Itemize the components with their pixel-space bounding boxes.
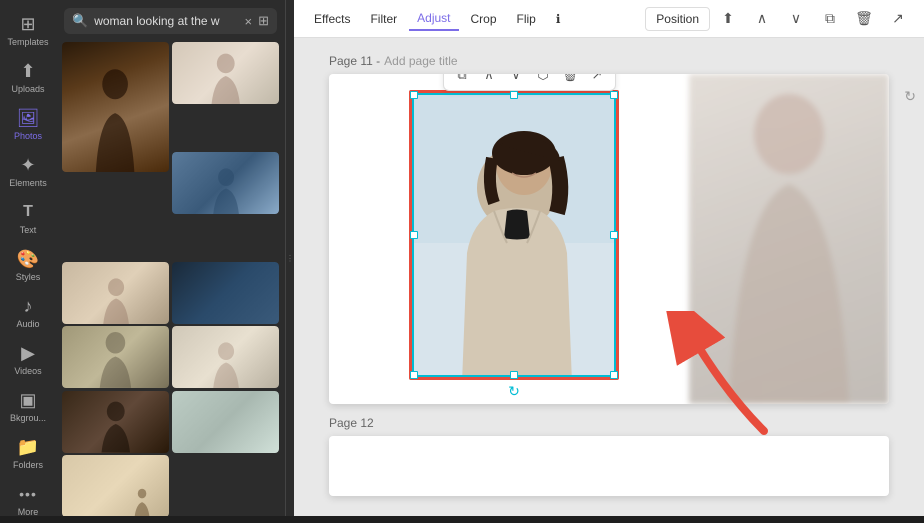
sidebar-item-label: Bkgrou... [10, 413, 46, 423]
ctx-back-button[interactable]: ∨ [504, 74, 528, 87]
selected-image-frame[interactable]: ⧉ ∧ ∨ ⬡ 🗑 ↗ [409, 90, 619, 380]
sidebar-item-photos[interactable]: 🖼 Photos [2, 102, 54, 147]
filter-button[interactable]: Filter [362, 8, 405, 30]
photos-icon: 🖼 [18, 108, 38, 128]
ctx-group-button[interactable]: ⬡ [531, 74, 555, 87]
sidebar-item-styles[interactable]: 🎨 Styles [2, 243, 54, 288]
clear-search-button[interactable]: × [245, 14, 253, 29]
adjust-button[interactable]: Adjust [409, 7, 458, 31]
crop-button[interactable]: Crop [463, 8, 505, 30]
photo-thumb-1[interactable] [62, 42, 169, 259]
page-11-canvas[interactable]: ⧉ ∧ ∨ ⬡ 🗑 ↗ ↻ [329, 74, 889, 404]
sidebar-item-label: Styles [16, 272, 41, 282]
sidebar-item-folders[interactable]: 📁 Folders [2, 431, 54, 476]
sidebar-item-label: Templates [7, 37, 48, 47]
photo-thumb-3[interactable] [172, 152, 279, 259]
folders-icon: 📁 [18, 437, 38, 457]
sidebar-item-more[interactable]: ••• More [2, 478, 54, 523]
sidebar-item-label: Uploads [11, 84, 44, 94]
background-blurred-image [689, 74, 889, 404]
effects-button[interactable]: Effects [306, 8, 358, 30]
resize-dots: ⋮ [286, 254, 294, 263]
background-icon: ▣ [18, 390, 38, 410]
sidebar-item-uploads[interactable]: ⬆ Uploads [2, 55, 54, 100]
main-area: Effects Filter Adjust Crop Flip ℹ Positi… [294, 0, 924, 516]
filter-button[interactable]: ⊞ [258, 13, 269, 29]
top-toolbar: Effects Filter Adjust Crop Flip ℹ Positi… [294, 0, 924, 38]
sidebar-item-text[interactable]: T Text [2, 196, 54, 241]
page-11-container: Page 11 - [329, 54, 889, 404]
page-11-number: Page 11 - [329, 54, 380, 68]
text-icon: T [18, 202, 38, 222]
sidebar-item-label: Videos [14, 366, 41, 376]
page-12-canvas[interactable] [329, 436, 889, 496]
duplicate-icon-button[interactable]: ⧉ [816, 5, 844, 33]
delete-icon-button[interactable]: 🗑 [850, 5, 878, 33]
sidebar-item-elements[interactable]: ✦ Elements [2, 149, 54, 194]
flip-button[interactable]: Flip [509, 8, 544, 30]
more-icon: ••• [18, 484, 38, 504]
search-panel: 🔍 × ⊞ [56, 0, 286, 516]
ctx-delete-button[interactable]: 🗑 [558, 74, 582, 87]
sidebar-item-label: Audio [16, 319, 39, 329]
sidebar-item-label: Text [20, 225, 37, 235]
photo-thumb-2[interactable] [172, 42, 279, 149]
upload-icon-button[interactable]: ⬆ [714, 5, 742, 33]
export-icon-button[interactable]: ↗ [884, 5, 912, 33]
ctx-forward-button[interactable]: ∧ [477, 74, 501, 87]
elements-icon: ✦ [18, 155, 38, 175]
info-button[interactable]: ℹ [548, 8, 569, 30]
uploads-icon: ⬆ [18, 61, 38, 81]
sidebar-item-audio[interactable]: ♪ Audio [2, 290, 54, 335]
context-toolbar: ⧉ ∧ ∨ ⬡ 🗑 ↗ [443, 74, 616, 91]
rotate-handle[interactable]: ↻ [508, 383, 520, 400]
page-12-label: Page 12 [329, 416, 374, 430]
search-icon: 🔍 [72, 13, 88, 29]
styles-icon: 🎨 [18, 249, 38, 269]
back-icon-button[interactable]: ∨ [782, 5, 810, 33]
position-button[interactable]: Position [645, 7, 710, 31]
rotate-icon: ↻ [508, 383, 520, 399]
page-11-title-input[interactable] [384, 54, 539, 68]
templates-icon: ⊞ [18, 14, 38, 34]
search-input[interactable] [94, 14, 238, 28]
search-bar: 🔍 × ⊞ [64, 8, 277, 34]
ctx-export-button[interactable]: ↗ [585, 74, 609, 87]
sidebar-item-label: Folders [13, 460, 43, 470]
videos-icon: ▶ [18, 343, 38, 363]
sidebar-item-templates[interactable]: ⊞ Templates [2, 8, 54, 53]
photo-thumb-9[interactable] [172, 391, 279, 498]
ctx-copy-button[interactable]: ⧉ [450, 74, 474, 87]
sidebar-item-label: Photos [14, 131, 42, 141]
sidebar-item-videos[interactable]: ▶ Videos [2, 337, 54, 382]
page-12-container: Page 12 [329, 416, 889, 496]
toolbar-right-actions: ⬆ ∧ ∨ ⧉ 🗑 ↗ [714, 5, 912, 33]
sidebar: ⊞ Templates ⬆ Uploads 🖼 Photos ✦ Element… [0, 0, 56, 516]
audio-icon: ♪ [18, 296, 38, 316]
panel-resize-handle[interactable]: ⋮ [286, 0, 294, 516]
canvas-container[interactable]: ↻ Page 11 - [294, 38, 924, 516]
page-11-label: Page 11 - [329, 54, 539, 68]
photo-grid [56, 42, 285, 516]
forward-icon-button[interactable]: ∧ [748, 5, 776, 33]
photo-thumb-10[interactable] [62, 455, 169, 516]
sidebar-item-background[interactable]: ▣ Bkgrou... [2, 384, 54, 429]
selected-image [412, 93, 616, 377]
page-12-number: Page 12 [329, 416, 374, 430]
refresh-icon[interactable]: ↻ [904, 88, 916, 105]
sidebar-item-label: Elements [9, 178, 47, 188]
